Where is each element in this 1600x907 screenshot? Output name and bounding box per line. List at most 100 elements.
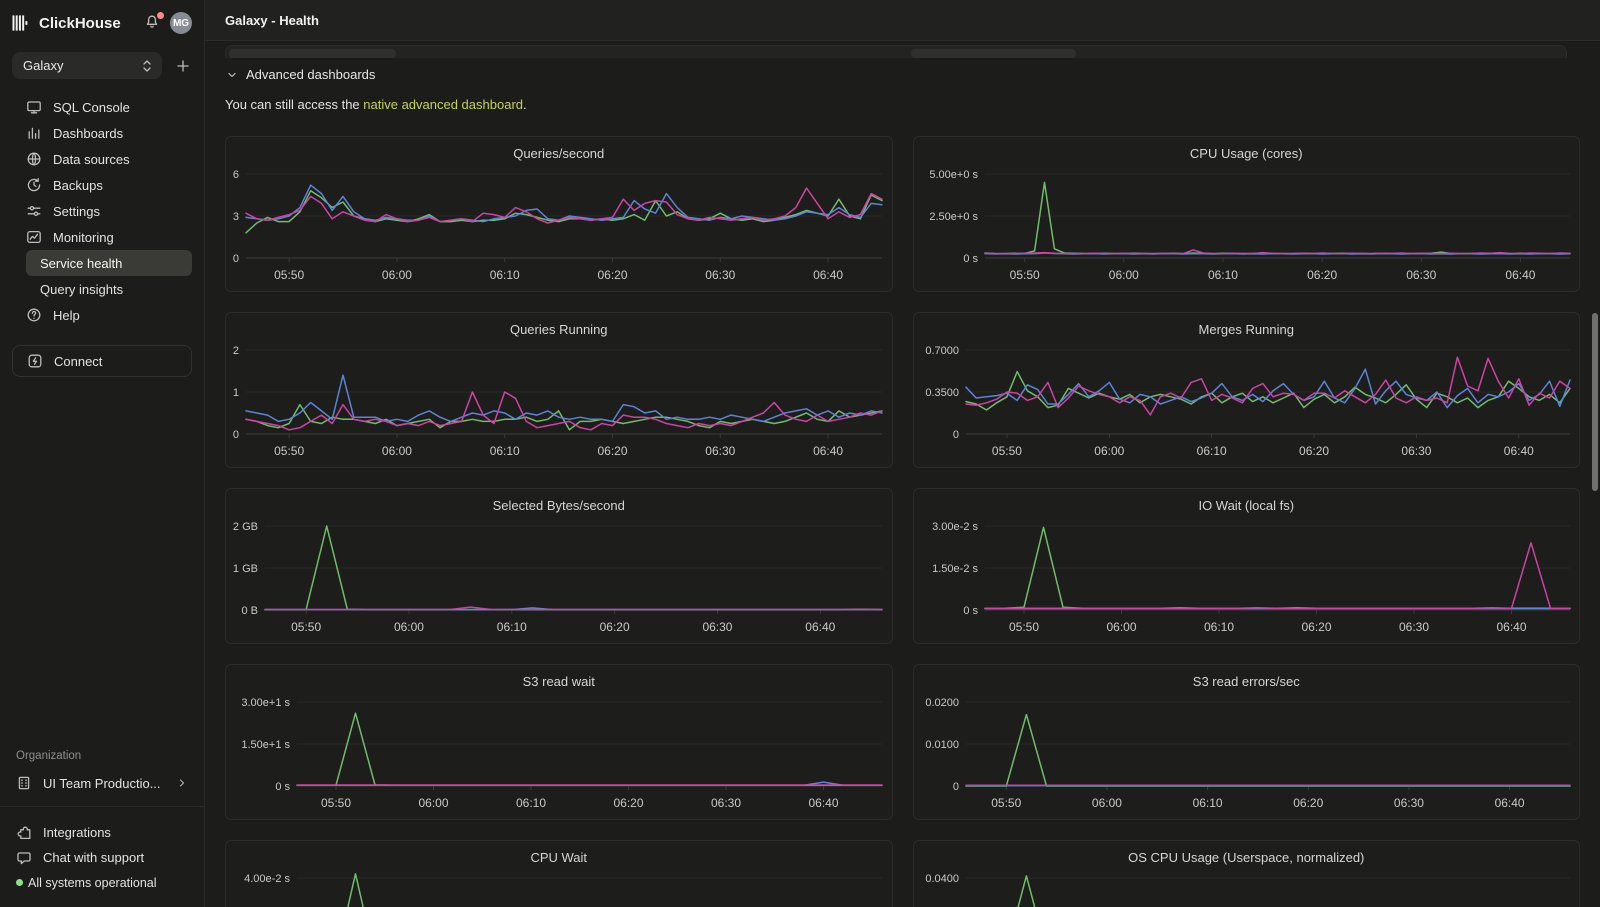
chart-canvas: 03605:5006:0006:1006:2006:3006:40 (226, 137, 892, 292)
sidebar-item-help[interactable]: Help (12, 302, 192, 328)
integrations-puzzle-icon (16, 825, 32, 841)
plus-icon (175, 58, 191, 74)
svg-text:05:50: 05:50 (274, 444, 304, 458)
data-sources-icon (26, 151, 42, 167)
advanced-dashboards-toggle[interactable]: Advanced dashboards (225, 67, 1580, 82)
connect-button[interactable]: Connect (12, 345, 192, 377)
svg-text:06:20: 06:20 (613, 796, 643, 810)
sidebar-item-sql-console[interactable]: SQL Console (12, 94, 192, 120)
svg-text:06:20: 06:20 (1307, 268, 1337, 282)
svg-text:0 s: 0 s (275, 781, 290, 793)
vertical-scrollbar-thumb[interactable] (1592, 313, 1598, 491)
sidebar-item-label: SQL Console (53, 100, 130, 115)
svg-text:1.50e+1 s: 1.50e+1 s (241, 739, 290, 751)
svg-text:06:10: 06:10 (1203, 620, 1233, 634)
notifications-button[interactable] (144, 14, 162, 32)
sidebar-item-backups[interactable]: Backups (12, 172, 192, 198)
sidebar-item-label: Query insights (40, 282, 123, 297)
chart-panel-io-wait-local-fs[interactable]: IO Wait (local fs)0 s1.50e-2 s3.00e-2 s0… (913, 488, 1581, 644)
svg-text:06:30: 06:30 (705, 444, 735, 458)
sidebar-item-label: Dashboards (53, 126, 123, 141)
svg-text:0.3500: 0.3500 (925, 387, 959, 399)
chart-canvas: 00.01000.020005:5006:0006:1006:2006:3006… (914, 665, 1580, 820)
svg-text:0 s: 0 s (963, 605, 978, 617)
sidebar-item-integrations[interactable]: Integrations (12, 820, 192, 845)
sidebar-item-service-health[interactable]: Service health (26, 250, 192, 276)
sidebar-item-settings[interactable]: Settings (12, 198, 192, 224)
sidebar-item-query-insights[interactable]: Query insights (26, 276, 192, 302)
sidebar-item-dashboards[interactable]: Dashboards (12, 120, 192, 146)
sidebar-item-chat-support[interactable]: Chat with support (12, 845, 192, 870)
chart-panel-merges-running[interactable]: Merges Running00.35000.700005:5006:0006:… (913, 312, 1581, 468)
chat-support-label: Chat with support (43, 850, 144, 865)
organization-switcher[interactable]: UI Team Productio... (12, 775, 192, 791)
backups-icon (26, 177, 42, 193)
svg-text:06:40: 06:40 (805, 620, 835, 634)
svg-text:0.0400: 0.0400 (925, 873, 959, 885)
avatar[interactable]: MG (170, 12, 192, 34)
svg-text:0: 0 (952, 429, 958, 441)
notice-suffix: . (523, 97, 527, 112)
svg-text:06:20: 06:20 (597, 268, 627, 282)
connect-label: Connect (54, 354, 102, 369)
svg-text:06:20: 06:20 (1293, 796, 1323, 810)
chevron-down-icon (225, 68, 239, 82)
svg-text:06:00: 06:00 (394, 620, 424, 634)
brand-row: ClickHouse MG (12, 10, 192, 36)
svg-text:05:50: 05:50 (291, 620, 321, 634)
add-service-button[interactable] (174, 57, 192, 75)
service-selector[interactable]: Galaxy (12, 52, 162, 79)
svg-text:2 GB: 2 GB (233, 521, 258, 533)
system-status-link[interactable]: All systems operational (12, 870, 192, 895)
chart-panel-s3-read-errors-sec[interactable]: S3 read errors/sec00.01000.020005:5006:0… (913, 664, 1581, 820)
svg-text:0: 0 (952, 781, 958, 793)
svg-text:05:50: 05:50 (1008, 620, 1038, 634)
sidebar-item-data-sources[interactable]: Data sources (12, 146, 192, 172)
organization-heading: Organization (16, 750, 192, 762)
svg-text:06:10: 06:10 (490, 444, 520, 458)
svg-text:3.00e-2 s: 3.00e-2 s (932, 521, 978, 533)
svg-text:06:10: 06:10 (1207, 268, 1237, 282)
chart-panel-cpu-wait[interactable]: CPU Wait0 s2.00e-2 s4.00e-2 s05:5006:000… (225, 840, 893, 907)
sidebar-item-label: Data sources (53, 152, 130, 167)
svg-text:06:30: 06:30 (1401, 444, 1431, 458)
chart-panel-cpu-usage-cores[interactable]: CPU Usage (cores)0 s2.50e+0 s5.00e+0 s05… (913, 136, 1581, 292)
content: Advanced dashboards You can still access… (205, 43, 1600, 907)
partially-scrolled-card (225, 45, 1567, 58)
integrations-label: Integrations (43, 825, 111, 840)
page-header: Galaxy - Health (205, 0, 1600, 41)
sidebar-nav: SQL Console Dashboards Data sources Back… (12, 94, 192, 328)
svg-text:06:00: 06:00 (382, 268, 412, 282)
chart-panel-selected-bytes-second[interactable]: Selected Bytes/second0 B1 GB2 GB05:5006:… (225, 488, 893, 644)
svg-text:4.00e-2 s: 4.00e-2 s (244, 873, 290, 885)
sidebar: ClickHouse MG Galaxy (0, 0, 205, 907)
app-window: ClickHouse MG Galaxy (0, 0, 1600, 907)
svg-text:06:40: 06:40 (1503, 444, 1533, 458)
chart-canvas: 0 s1.50e+1 s3.00e+1 s05:5006:0006:1006:2… (226, 665, 892, 820)
chart-panel-s3-read-wait[interactable]: S3 read wait0 s1.50e+1 s3.00e+1 s05:5006… (225, 664, 893, 820)
svg-text:06:40: 06:40 (813, 268, 843, 282)
chart-panel-queries-running[interactable]: Queries Running01205:5006:0006:1006:2006… (225, 312, 893, 468)
sidebar-item-label: Backups (53, 178, 103, 193)
svg-text:06:30: 06:30 (1406, 268, 1436, 282)
native-advanced-dashboard-link[interactable]: native advanced dashboard (363, 97, 523, 112)
chart-panel-os-cpu-usage-userspace-normalized[interactable]: OS CPU Usage (Userspace, normalized)00.0… (913, 840, 1581, 907)
svg-text:06:10: 06:10 (1196, 444, 1226, 458)
svg-text:06:30: 06:30 (1393, 796, 1423, 810)
advanced-dashboards-label: Advanced dashboards (246, 67, 375, 82)
svg-text:06:40: 06:40 (813, 444, 843, 458)
service-select-row: Galaxy (12, 52, 192, 79)
chart-canvas: 00.02000.040005:5006:0006:1006:2006:3006… (914, 841, 1580, 907)
svg-text:05:50: 05:50 (991, 444, 1021, 458)
svg-text:06:00: 06:00 (1106, 620, 1136, 634)
organization-icon (16, 775, 32, 791)
sql-console-icon (26, 99, 42, 115)
svg-text:06:30: 06:30 (711, 796, 741, 810)
svg-text:05:50: 05:50 (321, 796, 351, 810)
svg-text:06:20: 06:20 (1299, 444, 1329, 458)
chat-bubble-icon (16, 850, 32, 866)
chart-panel-queries-second[interactable]: Queries/second03605:5006:0006:1006:2006:… (225, 136, 893, 292)
svg-text:06:00: 06:00 (382, 444, 412, 458)
sidebar-item-monitoring[interactable]: Monitoring (12, 224, 192, 250)
page-title: Galaxy - Health (225, 13, 319, 28)
